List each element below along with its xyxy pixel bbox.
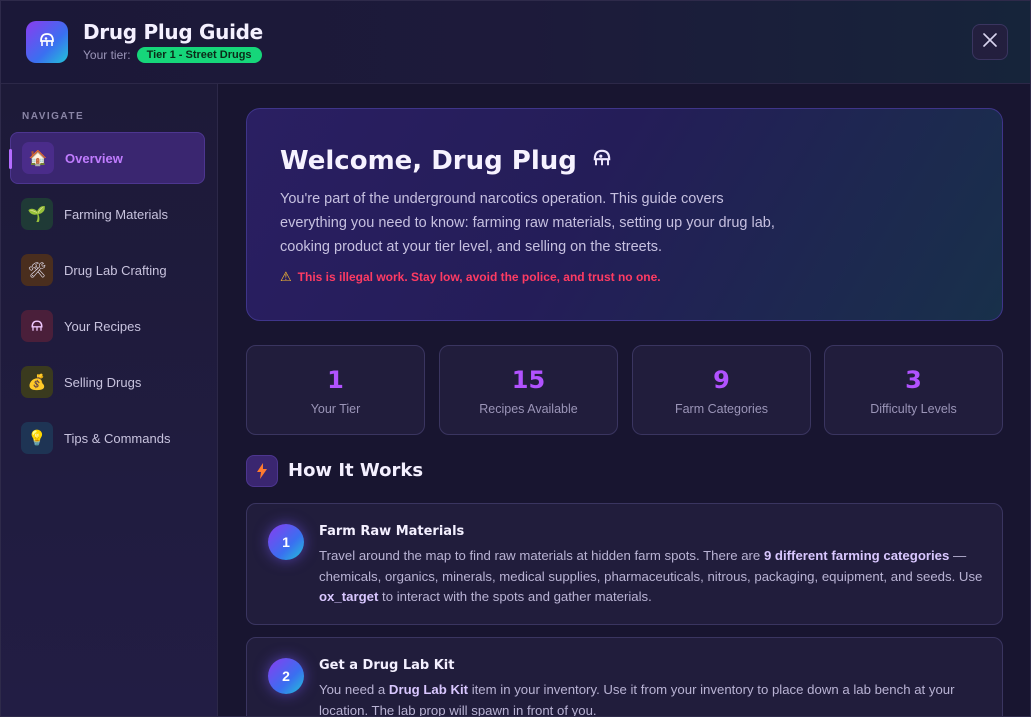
- step-title: Get a Drug Lab Kit: [319, 658, 455, 673]
- lightning-icon: [246, 455, 278, 487]
- sidebar-item-label: Tips & Commands: [64, 430, 171, 446]
- sidebar-item-label: Overview: [65, 150, 123, 166]
- nav-heading: NAVIGATE: [22, 111, 85, 122]
- sidebar-item-farming-materials[interactable]: 🌱 Farming Materials: [10, 188, 205, 240]
- stat-card-recipes: 15 Recipes Available: [439, 345, 618, 435]
- sidebar-item-label: Selling Drugs: [64, 374, 142, 390]
- section-title: How It Works: [288, 460, 424, 481]
- welcome-card: Welcome, Drug Plug You're part of the un…: [246, 108, 1003, 321]
- dealer-icon: [590, 146, 614, 177]
- close-button[interactable]: [972, 24, 1008, 60]
- tier-label: Your tier:: [83, 48, 131, 62]
- welcome-description: You're part of the underground narcotics…: [280, 191, 775, 255]
- step-number: 2: [268, 658, 304, 694]
- main-content: Welcome, Drug Plug You're part of the un…: [219, 84, 1030, 717]
- stat-card-difficulty: 3 Difficulty Levels: [824, 345, 1003, 435]
- step-card-2: 2 Get a Drug Lab Kit You need a Drug Lab…: [246, 637, 1003, 717]
- warning-icon: ⚠: [280, 269, 292, 284]
- welcome-title-text: Welcome, Drug Plug: [280, 146, 577, 176]
- sidebar-item-label: Drug Lab Crafting: [64, 262, 167, 278]
- stat-value: 1: [327, 366, 344, 394]
- tier-badge: Tier 1 - Street Drugs: [136, 47, 262, 63]
- sidebar-item-label: Your Recipes: [64, 318, 141, 334]
- seedling-icon: 🌱: [21, 198, 53, 230]
- close-icon: [983, 32, 997, 52]
- welcome-title: Welcome, Drug Plug: [280, 146, 614, 177]
- stat-label: Your Tier: [310, 402, 361, 416]
- sidebar: NAVIGATE 🏠 Overview 🌱 Farming Materials …: [1, 84, 218, 716]
- sidebar-item-tips-commands[interactable]: 💡 Tips & Commands: [10, 412, 205, 464]
- stat-value: 3: [905, 366, 922, 394]
- house-icon: 🏠: [22, 142, 54, 174]
- tier-row: Your tier: Tier 1 - Street Drugs: [83, 47, 262, 63]
- dealer-icon: [37, 30, 57, 55]
- step-number: 1: [268, 524, 304, 560]
- logo: [26, 21, 68, 63]
- stat-label: Recipes Available: [479, 402, 578, 416]
- step-card-1: 1 Farm Raw Materials Travel around the m…: [246, 503, 1003, 625]
- stat-label: Difficulty Levels: [870, 402, 957, 416]
- stat-card-tier: 1 Your Tier: [246, 345, 425, 435]
- sidebar-item-label: Farming Materials: [64, 206, 169, 222]
- sidebar-item-your-recipes[interactable]: Your Recipes: [10, 300, 205, 352]
- step-description: You need a Drug Lab Kit item in your inv…: [319, 682, 955, 717]
- stat-label: Farm Categories: [674, 402, 769, 416]
- warning-text: This is illegal work. Stay low, avoid th…: [297, 270, 661, 284]
- header: Drug Plug Guide Your tier: Tier 1 - Stre…: [1, 1, 1030, 84]
- sidebar-item-overview[interactable]: 🏠 Overview: [9, 132, 205, 184]
- guide-window: Drug Plug Guide Your tier: Tier 1 - Stre…: [0, 0, 1031, 717]
- warning-message: ⚠ This is illegal work. Stay low, avoid …: [280, 269, 661, 285]
- dealer-icon: [21, 310, 53, 342]
- lightbulb-icon: 💡: [21, 422, 53, 454]
- sidebar-item-selling-drugs[interactable]: 💰 Selling Drugs: [10, 356, 205, 408]
- step-description: Travel around the map to find raw materi…: [319, 548, 983, 604]
- stat-value: 15: [511, 366, 546, 394]
- step-title: Farm Raw Materials: [319, 524, 465, 539]
- tools-icon: 🛠: [21, 254, 53, 286]
- stat-value: 9: [713, 366, 730, 394]
- money-bag-icon: 💰: [21, 366, 53, 398]
- app-title: Drug Plug Guide: [83, 20, 263, 44]
- stat-card-farm-categories: 9 Farm Categories: [632, 345, 811, 435]
- sidebar-item-drug-lab-crafting[interactable]: 🛠 Drug Lab Crafting: [10, 244, 205, 296]
